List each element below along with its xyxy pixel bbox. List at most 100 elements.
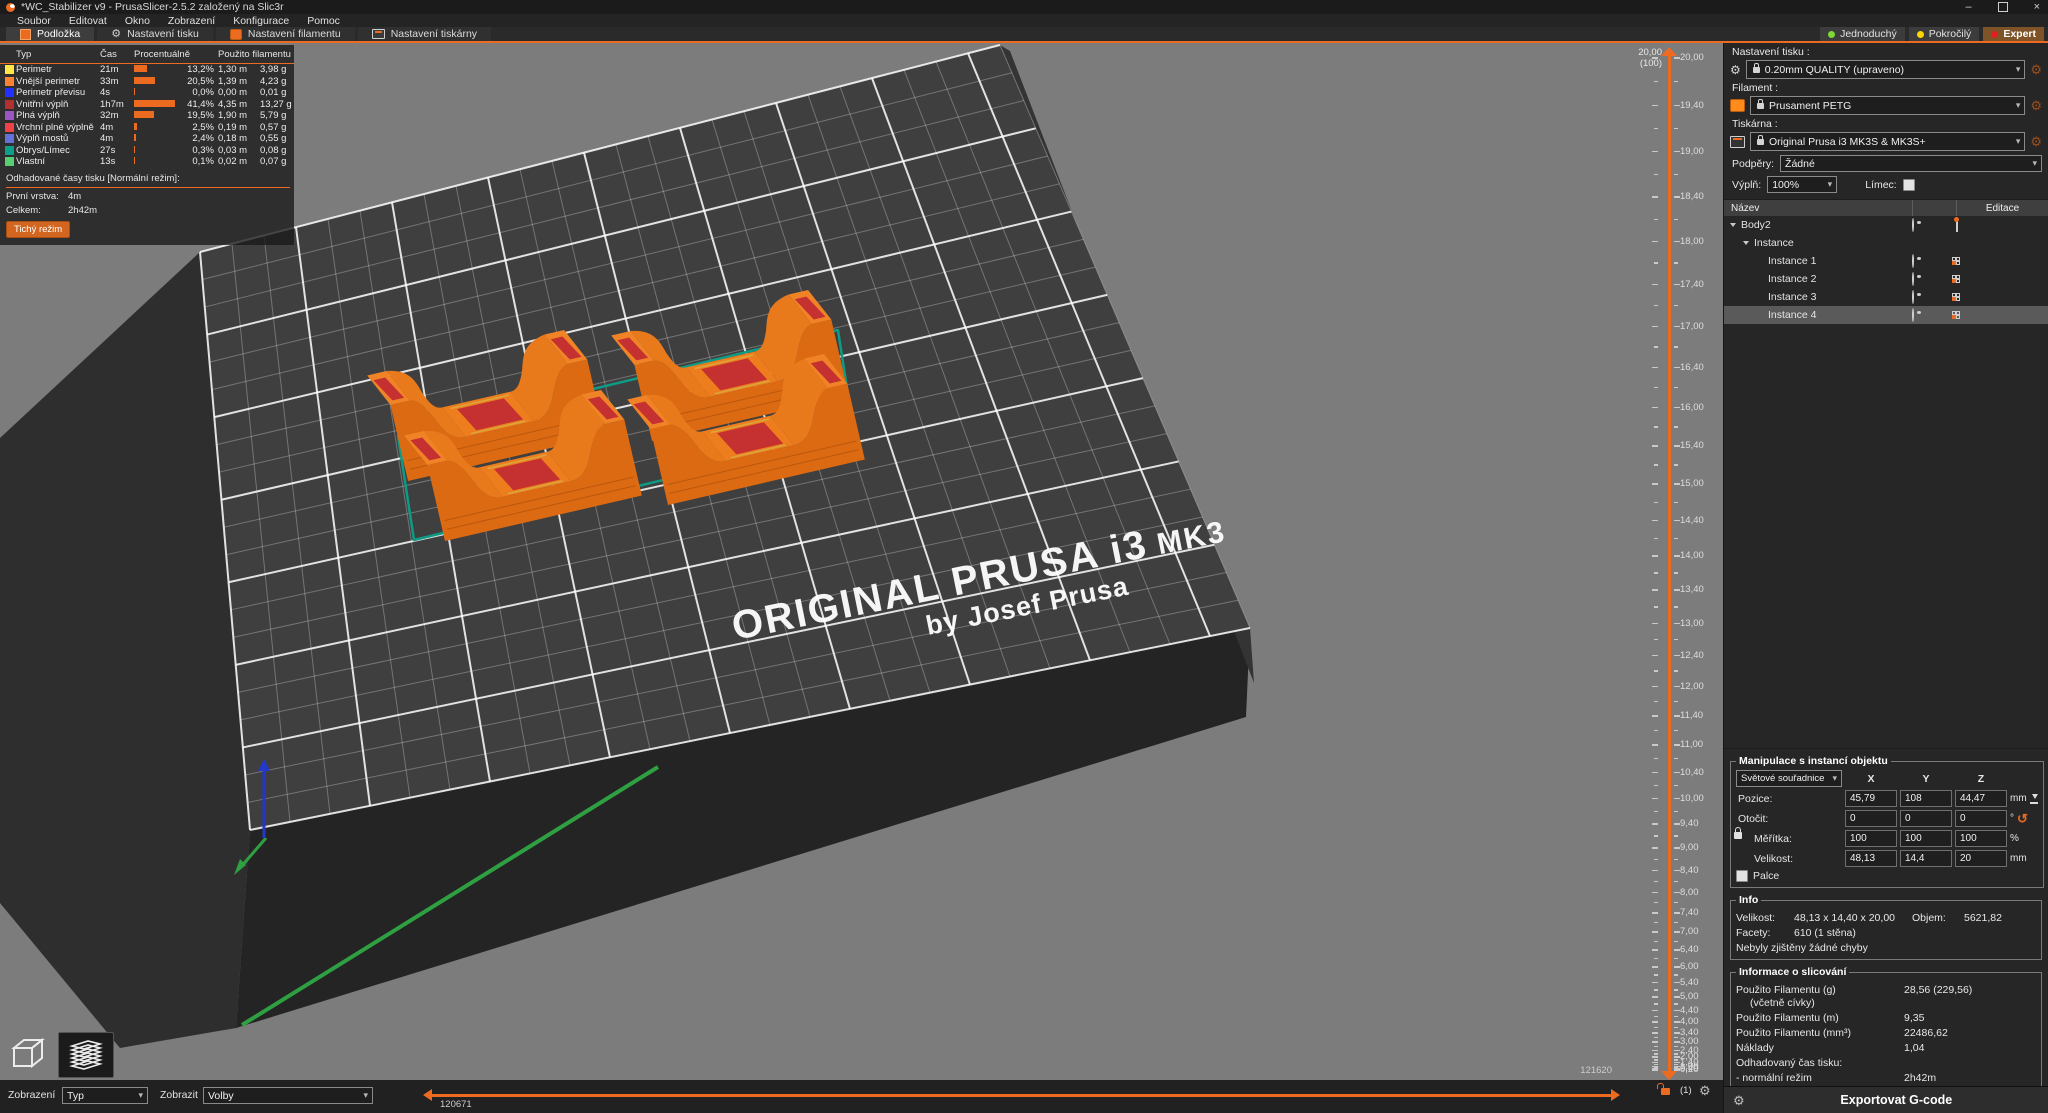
viewport-3d[interactable]: ORIGINAL PRUSA i3MK3 by Josef Prusa Typ … xyxy=(0,43,1723,1080)
layer-tick-label: 13,00 xyxy=(1680,617,1704,629)
menu-item-pomoc[interactable]: Pomoc xyxy=(298,15,349,27)
object-settings-icon[interactable] xyxy=(1956,218,1958,232)
layer-slider-thumb-top[interactable] xyxy=(1661,47,1677,56)
rotate-z-field[interactable]: 0 xyxy=(1955,810,2007,827)
caret-down-icon[interactable] xyxy=(1730,223,1736,227)
show-options-dropdown[interactable]: Volby ▾ xyxy=(203,1087,373,1104)
export-gcode-button[interactable]: Exportovat G-code xyxy=(1745,1093,2048,1107)
layer-slider-thumb-bottom[interactable] xyxy=(1661,1071,1677,1080)
object-name-cell: Instance xyxy=(1724,237,1912,249)
stealth-mode-button[interactable]: Tichý režim xyxy=(6,220,71,238)
mode-button-expert[interactable]: Expert xyxy=(1983,27,2044,41)
tick-dash xyxy=(1674,891,1680,894)
filament-gear-icon[interactable]: ⚙ xyxy=(2030,99,2042,112)
slider-settings-gear-icon[interactable]: ⚙ xyxy=(1699,1084,1711,1097)
tick-dash xyxy=(1652,797,1658,800)
printer-icon xyxy=(1730,135,1745,148)
size-z-field[interactable]: 20 xyxy=(1955,850,2007,867)
layer-slider[interactable]: 20,00 (100) 20,00 19,40 19,00 18,40 18,00 17,… xyxy=(1628,43,1723,1080)
scale-z-field[interactable]: 100 xyxy=(1955,830,2007,847)
menu-item-zobrazení[interactable]: Zobrazení xyxy=(159,15,224,27)
menu-item-editovat[interactable]: Editovat xyxy=(60,15,116,27)
eye-icon[interactable] xyxy=(1912,272,1914,286)
tick-dash xyxy=(1654,810,1658,813)
scale-y-field[interactable]: 100 xyxy=(1900,830,1952,847)
infill-dropdown[interactable]: 100% ▾ xyxy=(1767,176,1838,193)
eye-icon[interactable] xyxy=(1912,254,1914,268)
menu-item-konfigurace[interactable]: Konfigurace xyxy=(224,15,298,27)
legend-weight: 0,55 g xyxy=(260,133,287,145)
layer-slider-lock-icon[interactable] xyxy=(1657,1083,1670,1095)
eye-icon[interactable] xyxy=(1912,218,1914,232)
eye-icon[interactable] xyxy=(1912,308,1914,322)
object-name-label: Body2 xyxy=(1741,219,1771,231)
size-x-field[interactable]: 48,13 xyxy=(1845,850,1897,867)
export-settings-gear-icon[interactable]: ⚙ xyxy=(1733,1094,1745,1107)
tab-nastavení-tisku[interactable]: ⚙ Nastavení tisku xyxy=(97,27,213,41)
legend-percent: 13,2% xyxy=(187,64,214,76)
hslider-left-arrow[interactable] xyxy=(423,1089,432,1101)
tab-nastavení-tiskárny[interactable]: Nastavení tiskárny xyxy=(357,27,492,41)
print-settings-gear-icon[interactable]: ⚙ xyxy=(2030,63,2042,76)
position-z-field[interactable]: 44,47 xyxy=(1955,790,2007,807)
layer-tick-label: 4,40 xyxy=(1680,1004,1699,1016)
minimize-button[interactable]: – xyxy=(1965,2,1971,13)
print-settings-dropdown[interactable]: 0.20mm QUALITY (upraveno) ▾ xyxy=(1745,60,2026,79)
close-button[interactable]: × xyxy=(2034,2,2040,13)
size-y-field[interactable]: 14,4 xyxy=(1900,850,1952,867)
menu-item-soubor[interactable]: Soubor xyxy=(8,15,60,27)
object-name-label: Instance 3 xyxy=(1768,291,1817,303)
legend-percent: 0,3% xyxy=(192,144,214,156)
brim-checkbox[interactable] xyxy=(1902,178,1915,191)
tick-dash xyxy=(1652,589,1658,591)
coords-dropdown[interactable]: Světové souřadnice ▾ xyxy=(1736,770,1842,787)
menu-item-okno[interactable]: Okno xyxy=(116,15,159,27)
filament-dropdown[interactable]: Prusament PETG ▾ xyxy=(1750,96,2026,115)
layer-slider-track[interactable] xyxy=(1668,55,1671,1071)
mode-label: Expert xyxy=(2003,28,2036,40)
layer-tick-label: 5,00 xyxy=(1680,991,1699,1003)
tick-dash xyxy=(1674,797,1680,800)
eye-icon[interactable] xyxy=(1912,290,1914,304)
rotate-y-field[interactable]: 0 xyxy=(1900,810,1952,827)
drop-to-bed-icon[interactable] xyxy=(2029,793,2038,804)
object-list-row[interactable]: Instance 4 xyxy=(1724,306,2048,324)
mode-button-jednoduchý[interactable]: Jednoduchý xyxy=(1820,27,1905,41)
mode-button-pokročilý[interactable]: Pokročilý xyxy=(1908,27,1980,41)
tick-dash xyxy=(1654,537,1658,540)
printer-dropdown[interactable]: Original Prusa i3 MK3S & MK3S+ ▾ xyxy=(1750,132,2026,151)
tab-nastavení-filamentu[interactable]: Nastavení filamentu xyxy=(215,27,355,41)
object-list-row[interactable]: Instance 1 xyxy=(1724,252,2048,270)
reset-rotation-icon[interactable]: ↺ xyxy=(2017,812,2028,825)
tick-dash xyxy=(1652,622,1658,625)
view-type-dropdown[interactable]: Typ ▾ xyxy=(62,1087,148,1104)
type-color-swatch xyxy=(5,111,14,121)
inches-checkbox[interactable] xyxy=(1736,870,1748,882)
layer-tick-label: 8,40 xyxy=(1680,864,1699,876)
moves-slider[interactable] xyxy=(432,1094,1612,1097)
legend-time: 27s xyxy=(100,144,116,156)
maximize-button[interactable] xyxy=(1997,2,2008,12)
print-settings-label: Nastavení tisku : xyxy=(1732,46,1810,58)
hslider-right-arrow[interactable] xyxy=(1611,1089,1620,1101)
editor-view-button[interactable] xyxy=(2,1032,56,1076)
position-x-field[interactable]: 45,79 xyxy=(1845,790,1897,807)
uniform-scale-lock-icon[interactable] xyxy=(1734,827,1742,839)
tick-dash xyxy=(1654,346,1658,348)
scale-x-field[interactable]: 100 xyxy=(1845,830,1897,847)
printer-gear-icon[interactable]: ⚙ xyxy=(2030,135,2042,148)
tick-dash xyxy=(1654,729,1658,732)
tab-podložka[interactable]: Podložka xyxy=(6,27,95,41)
position-y-field[interactable]: 108 xyxy=(1900,790,1952,807)
object-list-row[interactable]: Instance 3 xyxy=(1724,288,2048,306)
mode-dot-icon xyxy=(1916,30,1924,38)
info-volume-label: Objem: xyxy=(1912,912,1946,924)
object-list-row[interactable]: Body2 xyxy=(1724,216,2048,234)
caret-down-icon[interactable] xyxy=(1743,241,1749,245)
preview-view-button[interactable] xyxy=(58,1032,114,1078)
supports-dropdown[interactable]: Žádné ▾ xyxy=(1780,155,2042,172)
rotate-x-field[interactable]: 0 xyxy=(1845,810,1897,827)
object-list-row[interactable]: Instance xyxy=(1724,234,2048,252)
mode-label: Jednoduchý xyxy=(1840,28,1897,40)
object-list-row[interactable]: Instance 2 xyxy=(1724,270,2048,288)
